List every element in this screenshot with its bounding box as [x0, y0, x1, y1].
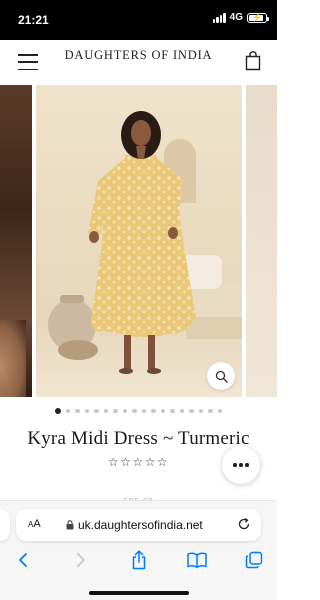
site-header: DAUGHTERS OF INDIA	[0, 40, 277, 85]
share-icon[interactable]	[128, 549, 150, 571]
gallery-next-slide[interactable]	[246, 85, 277, 397]
gallery-dot[interactable]	[141, 408, 147, 414]
battery-charging-icon: ⚡	[247, 12, 269, 23]
product-photo	[36, 85, 242, 397]
logo-line-1: DAUGHTERS	[64, 48, 148, 62]
logo-line-2: OF INDIA	[151, 48, 213, 62]
gallery-dot[interactable]	[122, 408, 128, 414]
signal-icon	[212, 12, 226, 23]
url-display[interactable]: uk.daughtersofindia.net	[66, 518, 203, 532]
address-bar[interactable]: AA uk.daughtersofindia.net	[16, 509, 261, 541]
browser-nav-bar	[0, 549, 277, 571]
gallery-dot[interactable]	[198, 408, 204, 414]
network-type: 4G	[229, 12, 243, 23]
lock-icon	[66, 520, 74, 530]
gallery-dot[interactable]	[151, 408, 156, 414]
status-time: 21:21	[18, 13, 49, 27]
gallery-dot[interactable]	[113, 408, 118, 414]
tabs-icon[interactable]	[243, 549, 265, 571]
gallery-dot[interactable]	[54, 408, 61, 414]
browser-toolbar: AA uk.daughtersofindia.net	[0, 500, 277, 600]
forward-icon[interactable]	[70, 549, 92, 571]
gallery-dot[interactable]	[179, 408, 185, 414]
gallery-dot[interactable]	[132, 408, 137, 414]
gallery-pagination	[0, 407, 277, 415]
gallery-prev-slide[interactable]	[0, 85, 32, 397]
status-bar: 21:21 4G ⚡	[0, 0, 277, 40]
product-gallery[interactable]	[0, 85, 277, 397]
chat-ellipsis-icon[interactable]	[222, 446, 260, 484]
gallery-dot[interactable]	[217, 408, 223, 414]
gallery-dot[interactable]	[94, 408, 99, 414]
previous-tab-peek[interactable]	[0, 509, 10, 541]
gallery-dot[interactable]	[189, 408, 194, 414]
gallery-dot[interactable]	[103, 408, 109, 414]
bookmarks-icon[interactable]	[186, 549, 208, 571]
back-icon[interactable]	[12, 549, 34, 571]
url-text: uk.daughtersofindia.net	[78, 518, 203, 532]
home-indicator	[89, 591, 189, 595]
text-size-button[interactable]: AA	[28, 518, 41, 530]
product-image[interactable]	[36, 85, 242, 397]
zoom-magnifier-icon[interactable]	[207, 362, 235, 390]
shopping-bag-icon[interactable]	[245, 51, 261, 71]
gallery-dot[interactable]	[208, 408, 213, 414]
gallery-dot[interactable]	[84, 408, 90, 414]
gallery-dot[interactable]	[170, 408, 175, 414]
gallery-dot[interactable]	[75, 408, 80, 414]
status-indicators: 4G ⚡	[212, 12, 269, 23]
gallery-dot[interactable]	[65, 408, 71, 414]
gallery-dot[interactable]	[160, 408, 166, 414]
site-logo[interactable]: DAUGHTERS OF INDIA	[0, 49, 277, 62]
reload-icon[interactable]	[237, 517, 251, 531]
